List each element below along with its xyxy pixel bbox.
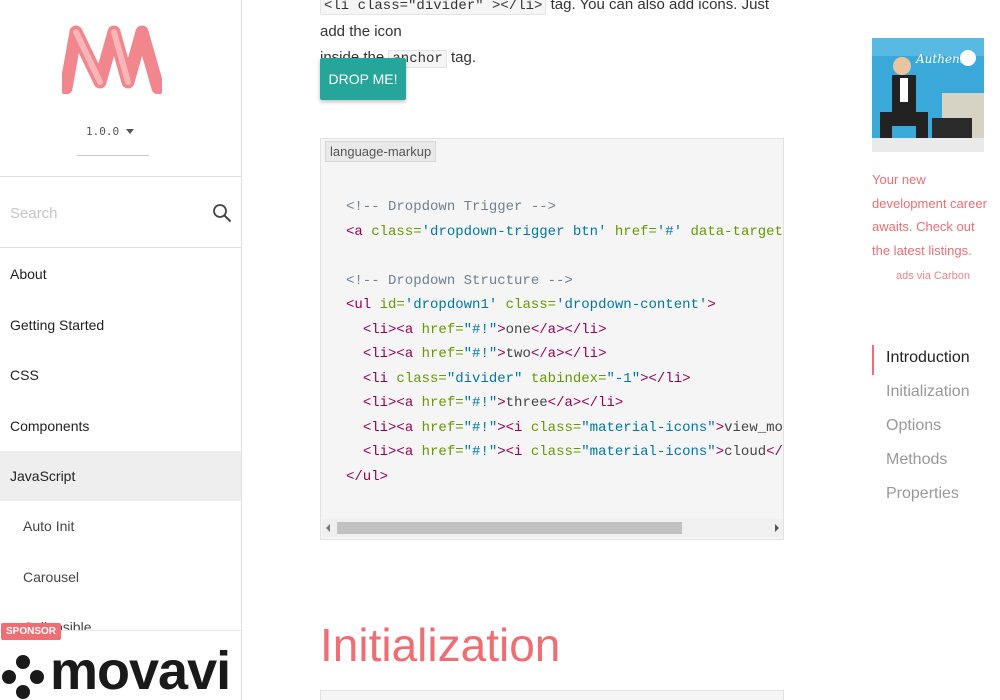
toc-label: Methods: [886, 451, 948, 468]
code-line: <li><a href="#!">three</a></li>: [362, 395, 624, 411]
code-line: <li><a href="#!"><i class="material-icon…: [362, 419, 783, 436]
sidebar-item-carousel[interactable]: Carousel: [0, 552, 241, 602]
intro-text: tag.: [450, 49, 477, 66]
ad-image-caption: Authentic: [916, 52, 976, 66]
toc-item-initialization[interactable]: Initialization: [872, 379, 992, 409]
section-heading: Initialization: [320, 619, 561, 671]
toc-label: Initialization: [886, 383, 970, 400]
version-select[interactable]: 1.0.0: [77, 118, 149, 156]
sidebar-item-auto-init[interactable]: Auto Init: [0, 501, 241, 551]
scroll-right-icon[interactable]: [775, 524, 779, 532]
sidebar-item-label: Auto Init: [23, 518, 75, 534]
materialize-logo[interactable]: [62, 24, 162, 94]
sidebar-item-getting-started[interactable]: Getting Started: [0, 300, 241, 350]
code-content: <!-- Dropdown Trigger --> <a class='dropd…: [346, 195, 784, 489]
sidebar-item-label: Getting Started: [10, 317, 105, 333]
code-chip: <li class="divider" ></li>: [320, 0, 547, 15]
toc-label: Properties: [886, 485, 959, 502]
drop-me-button[interactable]: DROP ME!: [320, 58, 406, 100]
sidebar-item-label: Components: [10, 418, 90, 434]
carbon-ad-image[interactable]: Authentic: [872, 38, 984, 152]
toc-item-properties[interactable]: Properties: [872, 481, 992, 511]
scroll-left-icon[interactable]: [326, 524, 330, 532]
sponsor-brand: movavi: [50, 641, 231, 700]
sidebar-item-label: About: [10, 266, 47, 282]
sidebar-item-components[interactable]: Components: [0, 401, 241, 451]
code-line: <li><a href="#!">two</a></li>: [362, 346, 607, 362]
sponsor-badge: SPONSOR: [1, 623, 62, 640]
sidebar-item-css[interactable]: CSS: [0, 350, 241, 400]
next-code-block: [320, 690, 784, 700]
sponsor-banner[interactable]: SPONSOR movavi: [0, 623, 241, 700]
code-line: <a class='dropdown-trigger btn' href='#'…: [346, 223, 784, 240]
sidebar-item-label: JavaScript: [10, 468, 76, 484]
code-line: </ul>: [346, 468, 389, 485]
version-label: 1.0.0: [86, 125, 120, 138]
carbon-ad-text[interactable]: Your new development career awaits. Chec…: [872, 168, 987, 262]
carbon-via-link[interactable]: ads via Carbon: [896, 270, 970, 282]
code-language-label: language-markup: [325, 141, 437, 162]
horizontal-scrollbar[interactable]: [322, 519, 783, 537]
code-line: <!-- Dropdown Structure -->: [346, 272, 573, 289]
code-line: <!-- Dropdown Trigger -->: [346, 199, 557, 215]
code-line: <li><a href="#!"><i class="material-icon…: [362, 444, 783, 460]
chevron-down-icon: [126, 129, 134, 134]
scrollbar-thumb[interactable]: [337, 522, 682, 534]
toc-label: Introduction: [886, 349, 970, 366]
search-input[interactable]: [10, 201, 200, 225]
code-block: language-markup <!-- Dropdown Trigger --…: [320, 138, 784, 540]
movavi-logo-icon: [2, 655, 44, 699]
code-line: <ul id='dropdown1' class='dropdown-conte…: [346, 297, 716, 313]
code-line: <li><a href="#!">one</a></li>: [362, 321, 607, 338]
search-bar: [0, 176, 241, 248]
toc-item-methods[interactable]: Methods: [872, 447, 992, 477]
toc-item-options[interactable]: Options: [872, 413, 992, 443]
sidebar-item-label: CSS: [10, 367, 39, 383]
intro-line-1: <li class="divider" ></li> tag. You can …: [320, 0, 790, 45]
toc-label: Options: [886, 417, 942, 434]
sidebar-item-javascript[interactable]: JavaScript: [0, 451, 241, 501]
code-line: <li class="divider" tabindex="-1"></li>: [362, 370, 691, 387]
sidebar: 1.0.0 About Getting Started CSS Componen…: [0, 0, 242, 700]
sidebar-item-about[interactable]: About: [0, 249, 241, 299]
toc-item-introduction[interactable]: Introduction: [872, 345, 992, 375]
sidebar-item-label: Carousel: [23, 569, 80, 585]
search-icon[interactable]: [212, 203, 232, 223]
